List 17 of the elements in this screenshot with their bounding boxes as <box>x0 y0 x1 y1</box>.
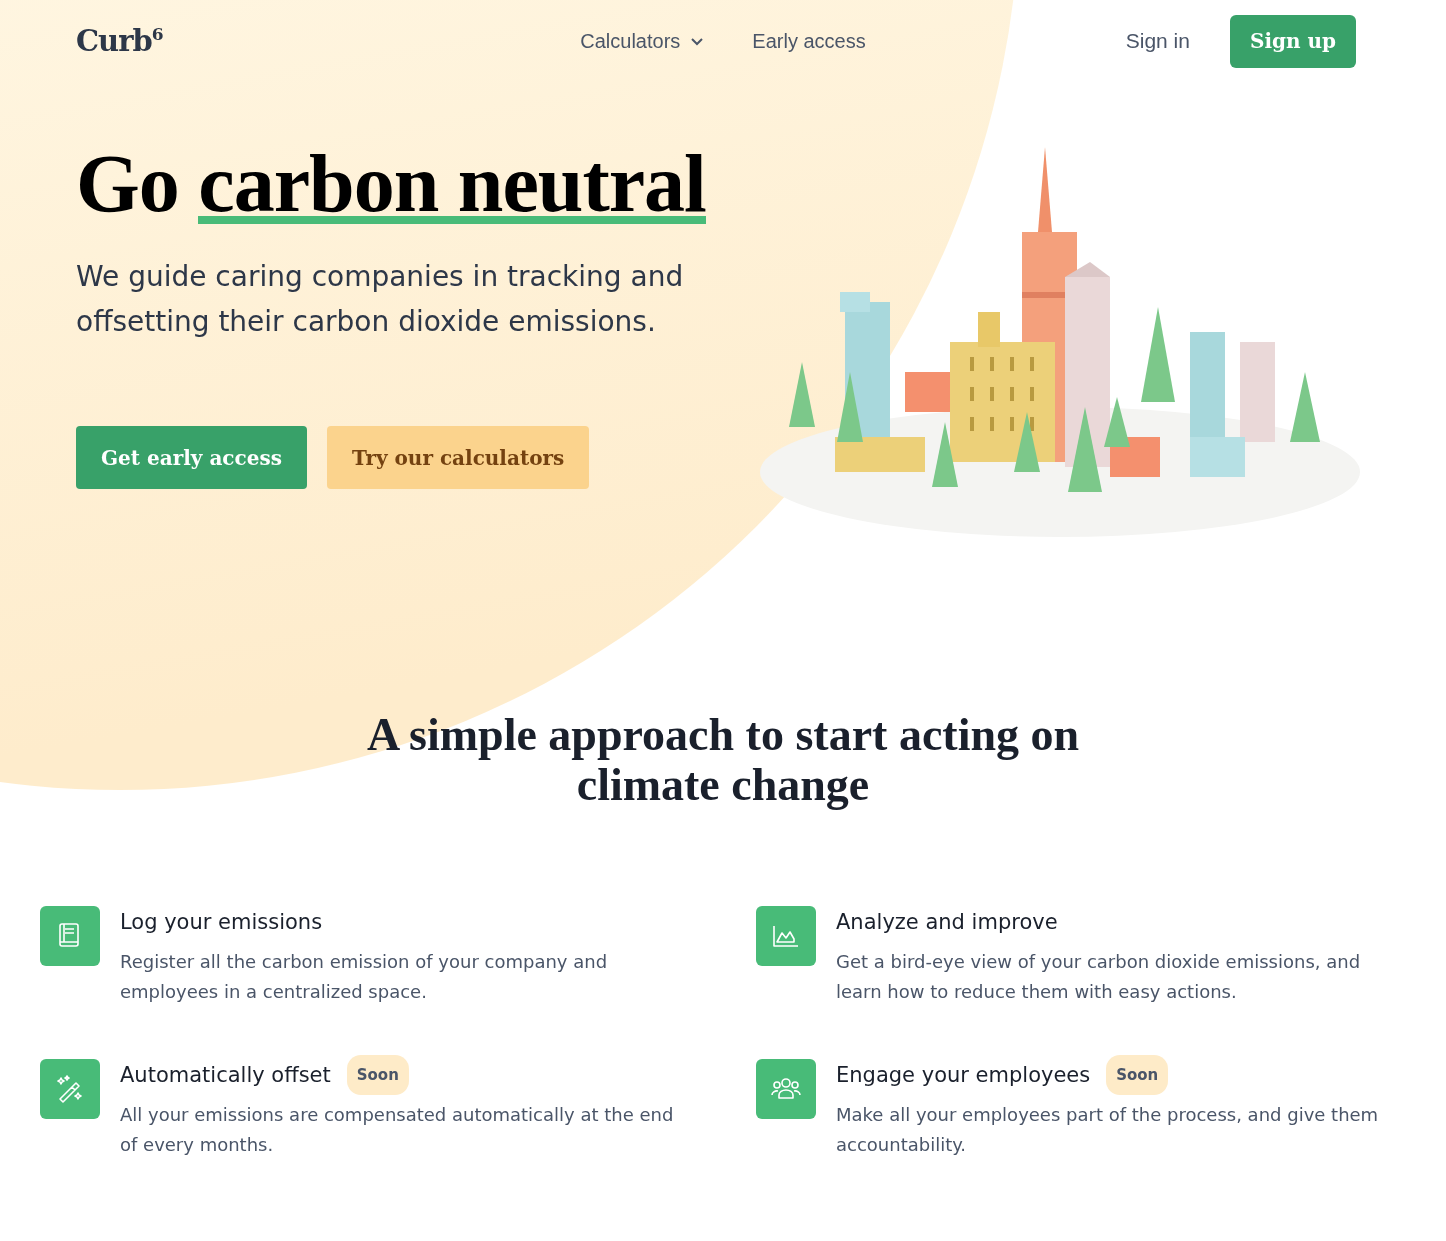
feature-title: Analyze and improve <box>836 909 1058 936</box>
feature-title: Log your emissions <box>120 909 323 936</box>
feature-title: Automatically offset <box>120 1062 331 1089</box>
feature-description: All your emissions are compensated automatically at the end of every months. <box>120 1103 675 1157</box>
calculators-button[interactable]: Try our calculators <box>326 426 590 489</box>
feature-description: Register all the carbon emission of your company and employees in a centralized space. <box>120 950 609 1004</box>
feature-title: Engage your employees <box>836 1062 1091 1089</box>
hero-subtitle: We guide caring companies in tracking and offsetting their carbon dioxide emissions. <box>76 259 685 340</box>
logo[interactable]: Curb$^{6}$ <box>76 24 163 58</box>
section-heading: A simple approach to start acting on climate change <box>365 710 1081 810</box>
soon-badge: Soon <box>1106 1055 1169 1095</box>
nav-link[interactable]: Calculators <box>580 29 705 53</box>
feature-description: Make all your employees part of the process, and give them accountability. <box>836 1103 1380 1157</box>
nav-link[interactable]: Early access <box>752 29 866 53</box>
feature-description: Get a bird-eye view of your carbon dioxide emissions, and learn how to reduce them with easy actions. <box>836 950 1362 1004</box>
soon-badge: Soon <box>346 1055 409 1095</box>
sign-in-link[interactable]: Sign in <box>1125 29 1190 53</box>
